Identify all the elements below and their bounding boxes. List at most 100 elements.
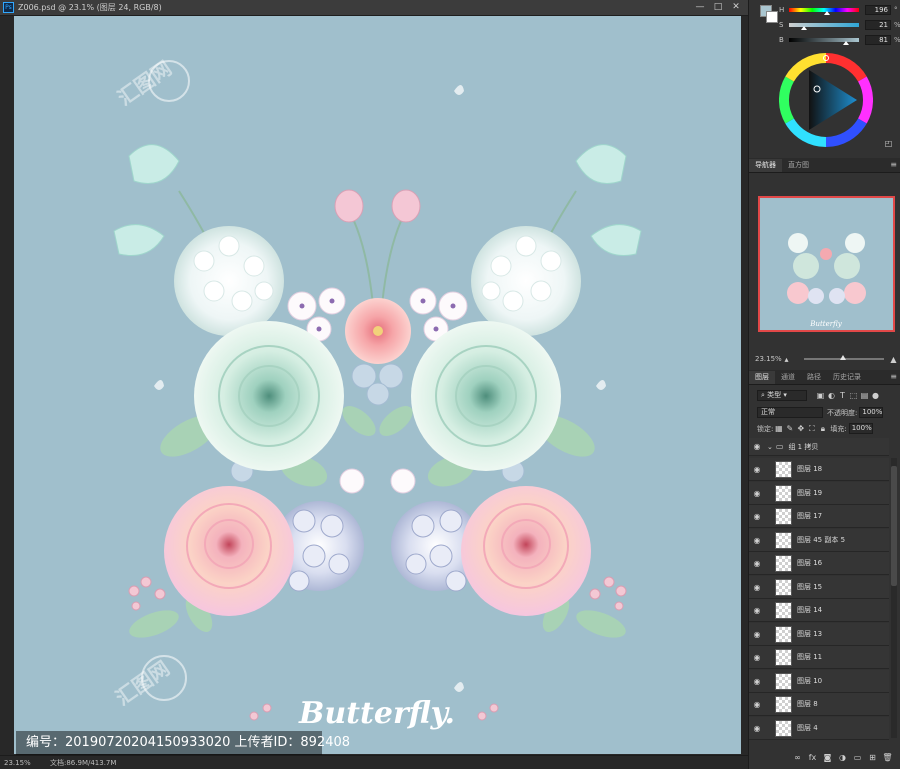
floral-artwork: 汇图网 汇图网 Butterfly. [111, 56, 642, 731]
lock-all-icon[interactable]: 🔒︎ [817, 423, 828, 434]
layer-row[interactable]: ◉ 图层 17 [749, 505, 889, 528]
document-canvas[interactable]: 汇图网 汇图网 Butterfly. [14, 16, 741, 754]
eye-icon[interactable]: ◉ [749, 489, 765, 498]
eye-icon[interactable]: ◉ [749, 700, 765, 709]
eye-icon[interactable]: ◉ [749, 724, 765, 733]
layer-row[interactable]: ◉ 图层 19 [749, 482, 889, 505]
hue-slider[interactable] [789, 8, 859, 15]
layer-thumbnail [775, 648, 792, 666]
filter-pixel-icon[interactable]: ▣ [815, 390, 826, 401]
eye-icon[interactable]: ◉ [749, 442, 765, 451]
layer-list-scroll-thumb[interactable] [891, 466, 897, 586]
adjustment-layer-icon[interactable]: ◑ [837, 752, 848, 763]
lock-transparent-icon[interactable]: ▦ [773, 423, 784, 434]
layer-row[interactable]: ◉ 图层 14 [749, 599, 889, 622]
layer-row[interactable]: ◉ 图层 15 [749, 576, 889, 599]
layer-filter-select[interactable]: ⌕ 类型 ▾ [757, 390, 807, 401]
brightness-slider[interactable] [789, 38, 859, 45]
saturation-value-field[interactable]: 21 [865, 20, 891, 30]
filter-shape-icon[interactable]: ⬚ [848, 390, 859, 401]
lock-image-icon[interactable]: ✎ [784, 423, 795, 434]
minimize-button[interactable]: — [692, 1, 708, 14]
tab-histogram[interactable]: 直方图 [782, 159, 815, 172]
lock-position-icon[interactable]: ✥ [795, 423, 806, 434]
zoom-in-icon[interactable]: ▲ [888, 354, 899, 365]
add-mask-icon[interactable]: ◙ [822, 752, 833, 763]
eye-icon[interactable]: ◉ [749, 536, 765, 545]
eye-icon[interactable]: ◉ [749, 606, 765, 615]
layer-row[interactable]: ◉ 图层 13 [749, 623, 889, 646]
brightness-value-field[interactable]: 81 [865, 35, 891, 45]
hue-slider-thumb[interactable] [824, 11, 830, 15]
filter-smart-object-icon[interactable]: ▤ [859, 390, 870, 401]
opacity-field[interactable]: 100% [859, 407, 884, 418]
eye-icon[interactable]: ◉ [749, 465, 765, 474]
layer-thumbnail [775, 601, 792, 619]
hue-value-field[interactable]: 196 [865, 5, 891, 15]
layer-thumbnail [775, 554, 792, 572]
blend-mode-select[interactable]: 正常 [757, 407, 823, 418]
trash-icon[interactable]: 🗑︎ [882, 752, 893, 763]
color-wheel[interactable] [779, 53, 873, 147]
layer-thumbnail [775, 460, 792, 478]
zoom-out-icon[interactable]: ▴ [781, 354, 792, 365]
saturation-slider-thumb[interactable] [801, 26, 807, 30]
tab-channels[interactable]: 通道 [775, 371, 801, 384]
hue-label: H [779, 6, 785, 14]
eye-icon[interactable]: ◉ [749, 630, 765, 639]
fill-label: 填充: [830, 424, 847, 433]
layer-row[interactable]: ◉ 图层 8 [749, 693, 889, 716]
eye-icon[interactable]: ◉ [749, 512, 765, 521]
link-layers-icon[interactable]: ∞ [792, 752, 803, 763]
filter-adjustment-icon[interactable]: ◐ [826, 390, 837, 401]
tab-navigator[interactable]: 导航器 [749, 159, 782, 172]
navigator-menu-icon[interactable]: ≡ [890, 160, 897, 169]
navigator-zoom-value[interactable]: 23.15% [755, 355, 782, 363]
filter-toggle-icon[interactable]: ● [870, 390, 881, 401]
layer-row[interactable]: ◉ 图层 45 副本 5 [749, 529, 889, 552]
new-layer-icon[interactable]: ⊞ [867, 752, 878, 763]
maximize-button[interactable]: □ [710, 1, 726, 14]
layer-style-icon[interactable]: fx [807, 752, 818, 763]
tab-history[interactable]: 历史记录 [827, 371, 867, 384]
color-panel-cube-icon[interactable]: ◰ [883, 138, 894, 149]
navigator-thumbnail-image: Butterfly [787, 233, 866, 328]
new-group-icon[interactable]: ▭ [852, 752, 863, 763]
navigator-thumbnail[interactable]: Butterfly [758, 196, 895, 332]
layers-menu-icon[interactable]: ≡ [890, 372, 897, 381]
close-button[interactable]: ✕ [728, 1, 744, 14]
lock-artboard-icon[interactable]: ⛶ [806, 423, 817, 434]
canvas-butterfly-text: Butterfly. [298, 696, 455, 731]
eye-icon[interactable]: ◉ [749, 559, 765, 568]
background-color-swatch[interactable] [766, 11, 778, 23]
saturation-unit: % [894, 21, 900, 29]
tab-layers[interactable]: 图层 [749, 371, 775, 384]
layer-row[interactable]: ◉ 图层 10 [749, 670, 889, 693]
layer-name: 图层 18 [797, 465, 823, 473]
navigator-thumb-text: Butterfly [809, 320, 842, 328]
navigator-zoom-slider-thumb[interactable] [840, 355, 846, 360]
navigator-zoom-slider[interactable] [804, 355, 884, 360]
saturation-slider[interactable] [789, 23, 859, 30]
layer-row[interactable]: ◉ 图层 11 [749, 646, 889, 669]
svg-text:汇图网: 汇图网 [113, 56, 176, 110]
document-title-bar[interactable]: Ps Z006.psd @ 23.1% (图层 24, RGB/8) — □ ✕ [0, 0, 748, 16]
eye-icon[interactable]: ◉ [749, 583, 765, 592]
fill-field[interactable]: 100% [848, 423, 873, 434]
eye-icon[interactable]: ◉ [749, 677, 765, 686]
layer-list-scrollbar[interactable] [891, 458, 897, 738]
layer-name: 图层 17 [797, 512, 823, 520]
layer-group-row[interactable]: ◉ ⌄ ▭ 组 1 拷贝 [749, 438, 889, 456]
watermark-bar: 编号：20190720204150933020 上传者ID：892408 [16, 731, 350, 755]
brightness-slider-thumb[interactable] [843, 41, 849, 45]
layer-thumbnail [775, 695, 792, 713]
navigator-panel: 导航器 直方图 ≡ Butterfly 23.15% ▴ ▲ [749, 158, 900, 368]
layer-row[interactable]: ◉ 图层 4 [749, 717, 889, 740]
layer-row[interactable]: ◉ 图层 16 [749, 552, 889, 575]
layer-row[interactable]: ◉ 图层 18 [749, 458, 889, 481]
status-zoom[interactable]: 23.15% [4, 759, 38, 767]
chevron-down-icon[interactable]: ⌄ [767, 443, 773, 451]
eye-icon[interactable]: ◉ [749, 653, 765, 662]
filter-type-icon[interactable]: T [837, 390, 848, 401]
tab-paths[interactable]: 路径 [801, 371, 827, 384]
